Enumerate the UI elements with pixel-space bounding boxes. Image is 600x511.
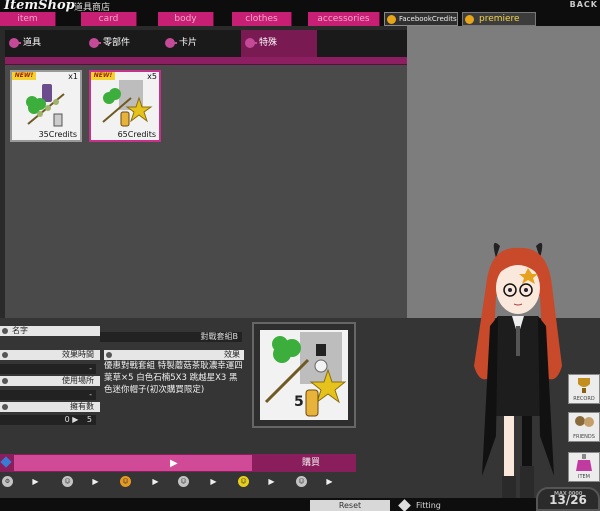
tab-premiere[interactable]: premiere [462,12,536,26]
shop-window: ItemShop 道具商店 BACK item card body clothe… [0,0,600,511]
settings-icon[interactable]: ⚙ [2,476,13,487]
owned-count: 0 [64,415,70,424]
subtab-underline [5,57,407,65]
owned-value-row: 0 ▶ 5 [0,415,96,425]
arrow-right-icon[interactable]: ▶ [208,476,219,487]
premiere-label: premiere [479,14,520,24]
fitting-button[interactable]: Fitting [398,499,478,511]
face-icon[interactable]: ☺ [62,476,73,487]
battle-set-b-large-icon: 5 [264,332,347,417]
trophy-icon [578,378,590,393]
subtab-special[interactable]: 特殊 [241,30,317,57]
location-label: 使用場所 [0,376,100,386]
label-icon [106,352,112,358]
subtab-label: 卡片 [179,38,198,48]
reset-button[interactable]: Reset [310,500,390,511]
buy-button[interactable]: 購買 [266,454,356,472]
effect-label: 效果 [104,350,244,360]
diamond-icon [398,499,411,511]
record-label: RECORD [573,396,595,402]
item-button[interactable]: ITEM [568,452,600,482]
bullet-icon [9,38,21,48]
counter-caption: MAX 0000 [554,491,583,497]
buy-slider[interactable]: ▶ [14,455,252,471]
item-card-2[interactable]: NEW! x5 65Credits [89,70,161,142]
effect-label-text: 效果 [224,350,240,359]
duration-value: - [0,364,96,374]
item-preview: 5 [252,322,356,428]
friends-icon [575,416,594,427]
subtab-item[interactable]: 道具 [5,30,71,57]
item-card-1[interactable]: NEW! x1 35Credits [10,70,82,142]
smile-orange-icon[interactable]: ☺ [120,476,131,487]
label-icon [2,378,8,384]
arrow-right-icon[interactable]: ▶ [90,476,101,487]
preview-image: 5 [260,330,348,420]
owned-after: 5 [86,415,92,424]
friends-label: FRIENDS [573,434,595,440]
arrow-right-icon[interactable]: ▶ [324,476,335,487]
item-price: 65Credits [117,130,156,139]
item-description: 優惠對戰套組 特製蘑菇茶耿濃幸運四葉草×5 白色石楠5X3 跳越星X3 黑色迷你… [104,361,243,395]
location-value: - [0,390,96,400]
tab-accessories[interactable]: accessories [308,12,380,26]
top-bar: ItemShop 道具商店 BACK [0,0,600,13]
bullet-icon [245,38,257,48]
preview-count: 5 [294,394,304,410]
face-icon[interactable]: ☺ [178,476,189,487]
tab-card[interactable]: card [81,12,137,26]
potion-icon [576,454,592,471]
tool-row: ⚙ ▶ ☺ ▶ ☺ ▶ ☺ ▶ ☺ ▶ ☺ ▶ [0,476,356,490]
name-label: 名字 [0,326,100,336]
tab-body[interactable]: body [158,12,214,26]
arrow-right-icon: ▶ [72,415,79,424]
battle-set-a-icon [26,84,65,127]
name-label-text: 名字 [12,326,28,335]
buy-bar: ▶ 購買 [0,454,356,472]
duration-label-text: 效果時間 [62,350,94,359]
category-tab-row: item card body clothes accessories Faceb… [0,12,600,26]
label-icon [2,404,8,410]
friends-button[interactable]: FRIENDS [568,412,600,442]
item-panel: 道具 零部件 卡片 特殊 NEW! x1 35Credits NEW! x5 6… [5,30,407,318]
premiere-icon [465,15,474,24]
bullet-icon [89,38,101,48]
facebook-credits-label: FacebookCredits [399,15,457,23]
diamond-icon [0,456,12,468]
bullet-icon [165,38,177,48]
tab-facebook-credits[interactable]: FacebookCredits [384,12,458,26]
item-label: ITEM [577,474,590,480]
tab-item[interactable]: item [0,12,56,26]
bottom-bar [0,498,600,511]
battle-set-b-icon [102,80,153,127]
item-counter: MAX 0000 13/26 [536,487,600,511]
credits-icon [387,15,396,24]
subtab-label: 道具 [23,38,42,48]
duration-label: 效果時間 [0,350,100,360]
smile-yellow-icon[interactable]: ☺ [238,476,249,487]
label-icon [2,328,8,334]
owned-label-text: 擁有數 [70,402,94,411]
subtab-card[interactable]: 卡片 [161,30,227,57]
subtab-label: 特殊 [259,38,278,48]
arrow-right-icon[interactable]: ▶ [266,476,277,487]
back-label[interactable]: BACK [570,0,598,9]
arrow-right-icon[interactable]: ▶ [150,476,161,487]
label-icon [2,352,8,358]
location-label-text: 使用場所 [62,376,94,385]
record-button[interactable]: RECORD [568,374,600,404]
subtab-bar: 道具 零部件 卡片 特殊 [5,30,407,57]
play-icon: ▶ [170,458,178,469]
item-price: 35Credits [38,130,77,139]
subtab-parts[interactable]: 零部件 [85,30,151,57]
subtab-label: 零部件 [103,38,131,48]
arrow-right-icon[interactable]: ▶ [30,476,41,487]
tab-clothes[interactable]: clothes [232,12,292,26]
owned-label: 擁有數 [0,402,100,412]
face-icon[interactable]: ☺ [296,476,307,487]
character-avatar [474,242,562,504]
item-name-value: 對戰套組B [100,332,242,342]
fitting-label: Fitting [416,501,441,510]
